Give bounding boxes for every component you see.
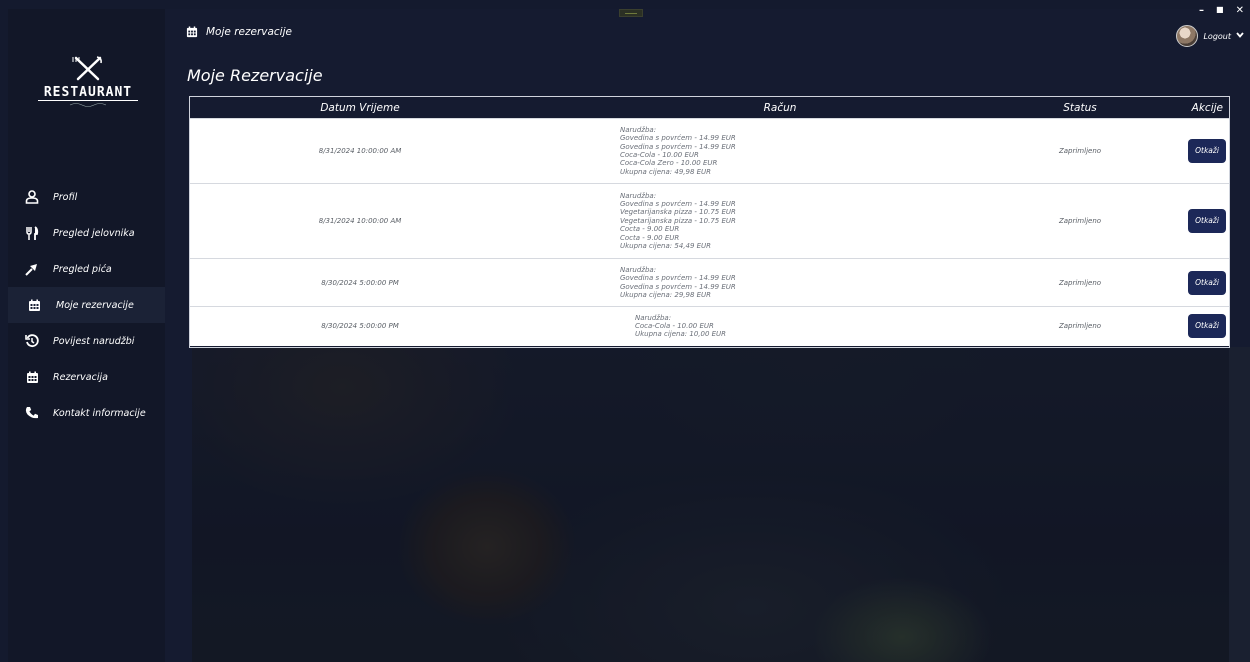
- crossed-cutlery-icon: [72, 56, 102, 81]
- receipt-line: Vegetarijanska pizza - 10.75 EUR: [620, 208, 736, 217]
- receipt-line: Cocta - 9.00 EUR: [620, 233, 680, 242]
- chevron-down-icon[interactable]: [1236, 31, 1244, 41]
- receipt-cell: Narudžba: Govedina s povrćem - 14.99 EUR G…: [530, 258, 1030, 307]
- actions-cell: Otkaži: [1130, 306, 1229, 346]
- receipt-line: Ukupna cijena: 54,49 EUR: [620, 242, 712, 251]
- receipt-cell: Narudžba: Govedina s povrćem - 14.99 EUR G…: [530, 118, 1030, 184]
- sidebar-item-povijest-narudzbi[interactable]: Povijest narudžbi: [8, 323, 165, 359]
- receipt-line: Govedina s povrćem - 14.99 EUR: [620, 274, 736, 283]
- sidebar-item-pregled-pica[interactable]: Pregled pića: [8, 251, 165, 287]
- calendar-icon: [26, 297, 42, 313]
- cancel-reservation-button[interactable]: Otkaži: [1188, 314, 1226, 339]
- logout-label[interactable]: Logout: [1203, 32, 1231, 41]
- sidebar-item-label: Kontakt informacije: [53, 407, 146, 419]
- sidebar-item-moje-rezervacije[interactable]: Moje rezervacije: [8, 287, 165, 323]
- column-header-receipt: Račun: [530, 97, 1030, 119]
- history-icon: [24, 333, 40, 349]
- calendar-icon: [24, 369, 40, 385]
- window-controls: – ■ ✕: [1199, 5, 1244, 16]
- sidebar-item-label: Pregled pića: [53, 263, 112, 275]
- receipt-line: Narudžba:: [620, 265, 657, 274]
- status-badge: Zaprimljeno: [1030, 183, 1130, 259]
- receipt-cell: Narudžba: Govedina s povrćem - 14.99 EUR V…: [530, 183, 1030, 259]
- reservations-table: Datum Vrijeme Račun Status Akcije 8/31/2…: [189, 96, 1230, 348]
- receipt-line: Govedina s povrćem - 14.99 EUR: [620, 142, 736, 151]
- receipt-line: Coca-Cola Zero - 10.00 EUR: [620, 159, 718, 168]
- reservation-datetime: 8/30/2024 5:00:00 PM: [190, 258, 530, 307]
- receipt-line: Govedina s povrćem - 14.99 EUR: [620, 134, 736, 143]
- receipt-line: Narudžba:: [635, 313, 672, 322]
- phone-icon: [24, 405, 40, 421]
- cocktail-icon: [24, 261, 40, 277]
- minimize-button[interactable]: –: [1199, 5, 1204, 16]
- receipt-cell: Narudžba: Coca-Cola - 10.00 EUR Ukupna cij…: [530, 306, 1030, 346]
- actions-cell: Otkaži: [1130, 118, 1229, 184]
- receipt-line: Vegetarijanska pizza - 10.75 EUR: [620, 216, 736, 225]
- receipt-line: Ukupna cijena: 10,00 EUR: [635, 330, 727, 339]
- sidebar-item-label: Profil: [53, 191, 78, 203]
- table-row: 8/31/2024 10:00:00 AM Narudžba: Govedina s…: [190, 183, 1229, 259]
- calendar-icon: [186, 26, 198, 38]
- sidebar-item-label: Povijest narudžbi: [53, 335, 135, 347]
- reservation-datetime: 8/30/2024 5:00:00 PM: [190, 306, 530, 346]
- fork-knife-icon: [24, 225, 40, 241]
- table-row: 8/30/2024 5:00:00 PM Narudžba: Govedina s …: [190, 258, 1229, 307]
- page-header: Moje rezervacije: [186, 26, 292, 38]
- close-button[interactable]: ✕: [1236, 5, 1244, 16]
- logo-subtitle: [38, 102, 138, 107]
- user-icon: [24, 189, 40, 205]
- cancel-reservation-button[interactable]: Otkaži: [1188, 139, 1226, 163]
- reservation-datetime: 8/31/2024 10:00:00 AM: [190, 118, 530, 184]
- receipt-line: Govedina s povrćem - 14.99 EUR: [620, 282, 736, 291]
- receipt-line: Govedina s povrćem - 14.99 EUR: [620, 199, 736, 208]
- background-strip: [1229, 347, 1250, 662]
- background-image: [192, 347, 1229, 662]
- cancel-reservation-button[interactable]: Otkaži: [1188, 209, 1226, 233]
- cancel-reservation-button[interactable]: Otkaži: [1188, 270, 1226, 295]
- table-row: 8/31/2024 10:00:00 AM Narudžba: Govedina s…: [190, 118, 1229, 184]
- drag-handle[interactable]: [619, 9, 643, 17]
- page-header-title: Moje rezervacije: [206, 26, 292, 38]
- user-menu[interactable]: Logout: [1176, 25, 1244, 47]
- receipt-line: Coca-Cola - 10.00 EUR: [620, 151, 699, 159]
- column-header-datetime: Datum Vrijeme: [190, 97, 530, 119]
- sidebar-item-kontakt-informacije[interactable]: Kontakt informacije: [8, 395, 165, 431]
- actions-cell: Otkaži: [1130, 258, 1229, 307]
- sidebar-item-pregled-jelovnika[interactable]: Pregled jelovnika: [8, 215, 165, 251]
- table-header-row: Datum Vrijeme Račun Status Akcije: [190, 97, 1229, 119]
- background-strip: [165, 347, 192, 662]
- receipt-line: Narudžba:: [620, 191, 657, 200]
- status-badge: Zaprimljeno: [1030, 258, 1130, 307]
- actions-cell: Otkaži: [1130, 183, 1229, 259]
- receipt-line: Cocta - 9.00 EUR: [620, 225, 680, 234]
- column-header-status: Status: [1030, 97, 1130, 119]
- reservation-datetime: 8/31/2024 10:00:00 AM: [190, 183, 530, 259]
- column-header-actions: Akcije: [1130, 97, 1229, 119]
- page-title: Moje Rezervacije: [187, 66, 323, 85]
- receipt-line: Coca-Cola - 10.00 EUR: [635, 322, 714, 331]
- sidebar-item-label: Moje rezervacije: [56, 299, 134, 311]
- avatar[interactable]: [1176, 25, 1199, 47]
- receipt-line: Narudžba:: [620, 125, 657, 134]
- sidebar-nav: Profil Pregled jelovnika Pregled pića Mo…: [8, 179, 165, 431]
- logo-title: RESTAURANT: [38, 85, 138, 101]
- sidebar-item-rezervacija[interactable]: Rezervacija: [8, 359, 165, 395]
- table-row: 8/30/2024 5:00:00 PM Narudžba: Coca-Cola -…: [190, 306, 1229, 346]
- receipt-line: Ukupna cijena: 29,98 EUR: [620, 290, 712, 299]
- receipt-line: Ukupna cijena: 49,98 EUR: [620, 167, 712, 176]
- sidebar-item-profil[interactable]: Profil: [8, 179, 165, 215]
- status-badge: Zaprimljeno: [1030, 118, 1130, 184]
- restaurant-logo: RESTAURANT: [38, 55, 138, 125]
- sidebar-item-label: Pregled jelovnika: [53, 227, 135, 239]
- sidebar-item-label: Rezervacija: [53, 371, 108, 383]
- status-badge: Zaprimljeno: [1030, 306, 1130, 346]
- maximize-button[interactable]: ■: [1216, 5, 1224, 16]
